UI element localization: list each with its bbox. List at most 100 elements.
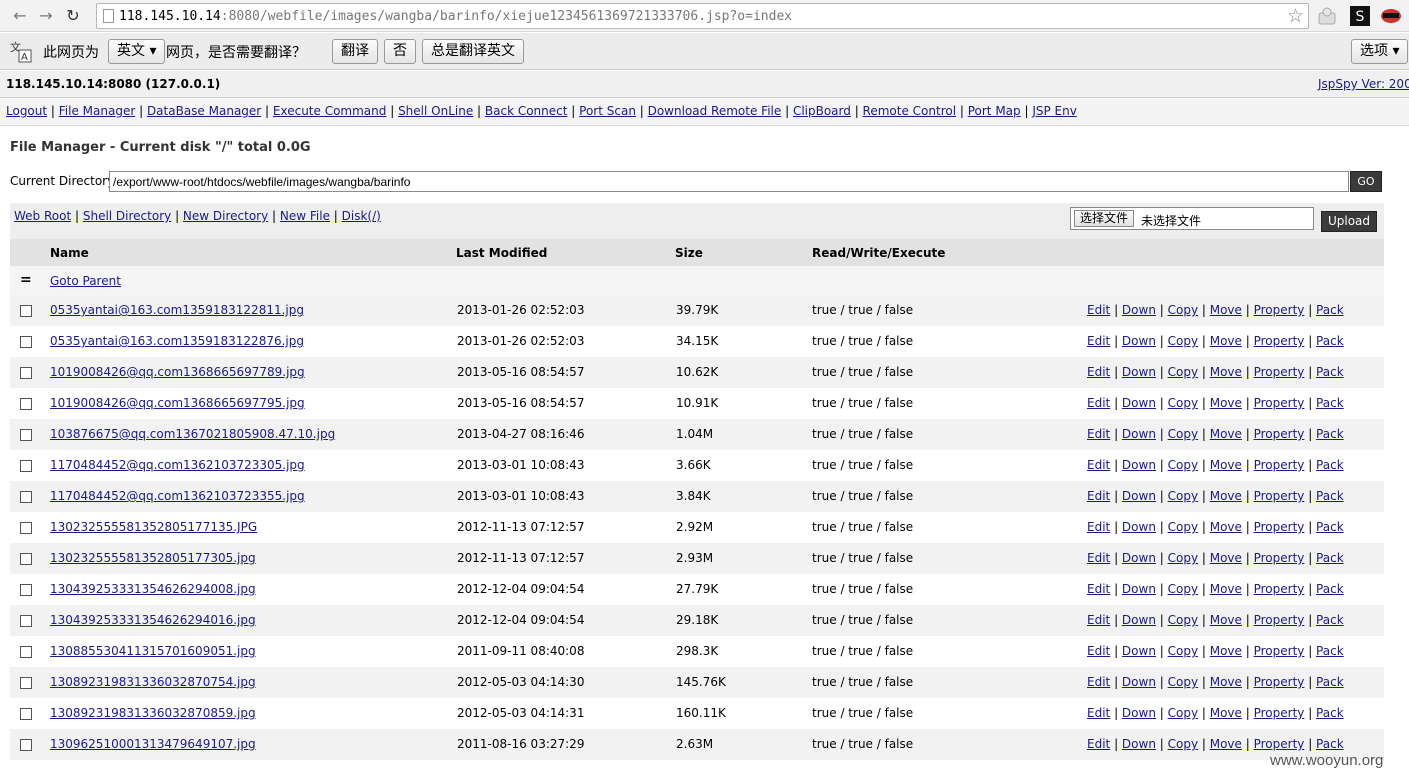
pack-link[interactable]: Pack (1316, 365, 1344, 379)
edit-link[interactable]: Edit (1087, 644, 1110, 658)
edit-link[interactable]: Edit (1087, 458, 1110, 472)
down-link[interactable]: Down (1122, 520, 1156, 534)
row-checkbox[interactable] (20, 615, 32, 627)
move-link[interactable]: Move (1210, 334, 1242, 348)
go-button[interactable]: GO (1350, 171, 1382, 192)
nav-port-scan[interactable]: Port Scan (579, 104, 636, 118)
edit-link[interactable]: Edit (1087, 396, 1110, 410)
edit-link[interactable]: Edit (1087, 675, 1110, 689)
file-name-link[interactable]: 103876675@qq.com1367021805908.47.10.jpg (50, 427, 335, 441)
row-checkbox[interactable] (20, 522, 32, 534)
nav-jsp-env[interactable]: JSP Env (1032, 104, 1077, 118)
edit-link[interactable]: Edit (1087, 303, 1110, 317)
edit-link[interactable]: Edit (1087, 365, 1110, 379)
edit-link[interactable]: Edit (1087, 427, 1110, 441)
edit-link[interactable]: Edit (1087, 613, 1110, 627)
move-link[interactable]: Move (1210, 489, 1242, 503)
copy-link[interactable]: Copy (1168, 334, 1198, 348)
row-checkbox[interactable] (20, 460, 32, 472)
always-translate-button[interactable]: 总是翻译英文 (422, 39, 524, 64)
file-name-link[interactable]: 1019008426@qq.com1368665697789.jpg (50, 365, 305, 379)
copy-link[interactable]: Copy (1168, 458, 1198, 472)
nav-logout[interactable]: Logout (6, 104, 47, 118)
s-extension-icon[interactable]: S (1349, 5, 1371, 27)
move-link[interactable]: Move (1210, 365, 1242, 379)
pack-link[interactable]: Pack (1316, 582, 1344, 596)
extension-icon[interactable] (1316, 5, 1338, 27)
nav-download-remote-file[interactable]: Download Remote File (648, 104, 782, 118)
move-link[interactable]: Move (1210, 644, 1242, 658)
property-link[interactable]: Property (1254, 675, 1305, 689)
tool-new-directory[interactable]: New Directory (183, 209, 268, 223)
file-name-link[interactable]: 0535yantai@163.com1359183122811.jpg (50, 303, 304, 317)
move-link[interactable]: Move (1210, 427, 1242, 441)
down-link[interactable]: Down (1122, 396, 1156, 410)
row-checkbox[interactable] (20, 367, 32, 379)
nav-remote-control[interactable]: Remote Control (863, 104, 957, 118)
copy-link[interactable]: Copy (1168, 613, 1198, 627)
file-name-link[interactable]: 130892319831336032870754.jpg (50, 675, 256, 689)
file-name-link[interactable]: 130232555581352805177135.JPG (50, 520, 257, 534)
down-link[interactable]: Down (1122, 458, 1156, 472)
property-link[interactable]: Property (1254, 706, 1305, 720)
copy-link[interactable]: Copy (1168, 365, 1198, 379)
tool-disk[interactable]: Disk(/) (342, 209, 381, 223)
version-link[interactable]: JspSpy Ver: 2009 (1318, 77, 1409, 91)
down-link[interactable]: Down (1122, 644, 1156, 658)
copy-link[interactable]: Copy (1168, 675, 1198, 689)
nav-port-map[interactable]: Port Map (968, 104, 1021, 118)
pack-link[interactable]: Pack (1316, 458, 1344, 472)
address-bar[interactable]: 118.145.10.14:8080/webfile/images/wangba… (96, 3, 1309, 29)
row-checkbox[interactable] (20, 305, 32, 317)
property-link[interactable]: Property (1254, 582, 1305, 596)
move-link[interactable]: Move (1210, 582, 1242, 596)
property-link[interactable]: Property (1254, 458, 1305, 472)
down-link[interactable]: Down (1122, 365, 1156, 379)
property-link[interactable]: Property (1254, 396, 1305, 410)
down-link[interactable]: Down (1122, 737, 1156, 751)
edit-link[interactable]: Edit (1087, 489, 1110, 503)
down-link[interactable]: Down (1122, 551, 1156, 565)
reload-icon[interactable]: ↻ (63, 6, 83, 26)
move-link[interactable]: Move (1210, 613, 1242, 627)
pack-link[interactable]: Pack (1316, 551, 1344, 565)
tool-shell-directory[interactable]: Shell Directory (83, 209, 171, 223)
pack-link[interactable]: Pack (1316, 334, 1344, 348)
copy-link[interactable]: Copy (1168, 520, 1198, 534)
copy-link[interactable]: Copy (1168, 427, 1198, 441)
edit-link[interactable]: Edit (1087, 582, 1110, 596)
down-link[interactable]: Down (1122, 582, 1156, 596)
down-link[interactable]: Down (1122, 334, 1156, 348)
pack-link[interactable]: Pack (1316, 489, 1344, 503)
pack-link[interactable]: Pack (1316, 644, 1344, 658)
file-name-link[interactable]: 130892319831336032870859.jpg (50, 706, 256, 720)
nav-database-manager[interactable]: DataBase Manager (147, 104, 261, 118)
property-link[interactable]: Property (1254, 303, 1305, 317)
bookmark-star-icon[interactable]: ☆ (1287, 5, 1304, 27)
property-link[interactable]: Property (1254, 613, 1305, 627)
edit-link[interactable]: Edit (1087, 737, 1110, 751)
forward-arrow-icon[interactable]: → (36, 6, 56, 26)
file-picker[interactable]: 选择文件 未选择文件 (1070, 207, 1314, 230)
down-link[interactable]: Down (1122, 303, 1156, 317)
down-link[interactable]: Down (1122, 613, 1156, 627)
no-button[interactable]: 否 (384, 39, 416, 64)
file-name-link[interactable]: 1019008426@qq.com1368665697795.jpg (50, 396, 305, 410)
copy-link[interactable]: Copy (1168, 737, 1198, 751)
tool-web-root[interactable]: Web Root (14, 209, 71, 223)
property-link[interactable]: Property (1254, 520, 1305, 534)
edit-link[interactable]: Edit (1087, 551, 1110, 565)
row-checkbox[interactable] (20, 584, 32, 596)
upload-button[interactable]: Upload (1321, 211, 1377, 232)
pack-link[interactable]: Pack (1316, 675, 1344, 689)
property-link[interactable]: Property (1254, 737, 1305, 751)
row-checkbox[interactable] (20, 429, 32, 441)
file-name-link[interactable]: 130232555581352805177305.jpg (50, 551, 256, 565)
copy-link[interactable]: Copy (1168, 582, 1198, 596)
nav-file-manager[interactable]: File Manager (59, 104, 136, 118)
current-directory-input[interactable] (109, 171, 1349, 192)
file-name-link[interactable]: 130962510001313479649107.jpg (50, 737, 256, 751)
move-link[interactable]: Move (1210, 675, 1242, 689)
row-checkbox[interactable] (20, 677, 32, 689)
nav-shell-online[interactable]: Shell OnLine (398, 104, 473, 118)
